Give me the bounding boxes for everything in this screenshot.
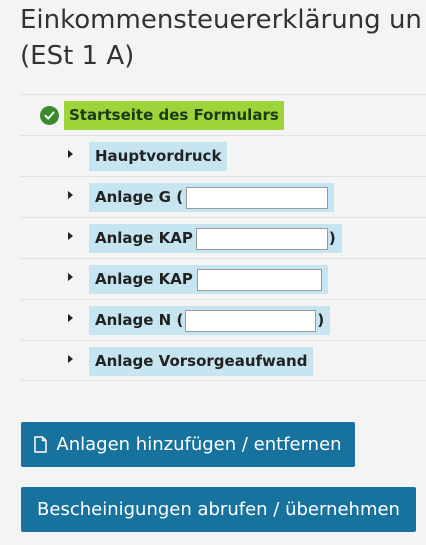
caret-right-icon xyxy=(68,231,73,240)
page-title-line-2: (ESt 1 A) xyxy=(20,41,135,71)
nav-item-start-page[interactable]: Startseite des Formulars xyxy=(40,101,284,130)
nav-item-label-text: Hauptvordruck xyxy=(95,147,222,165)
nav-item-label: Anlage KAP xyxy=(89,265,328,294)
redaction-box xyxy=(196,268,322,291)
add-remove-attachments-label: Anlagen hinzufügen / entfernen xyxy=(56,434,342,455)
nav-item-label: Anlage N ( ) xyxy=(89,306,331,335)
nav-row-anlage-kap-2: Anlage KAP xyxy=(20,258,426,299)
nav-row-anlage-g: Anlage G ( xyxy=(20,176,426,217)
nav-item-anlage-kap-2[interactable]: Anlage KAP xyxy=(68,265,328,294)
caret-right-icon xyxy=(68,149,73,158)
redaction-box xyxy=(186,186,329,209)
nav-row-start: Startseite des Formulars xyxy=(20,94,426,135)
page-title-line-1: Einkommensteuererklärung un xyxy=(20,5,422,35)
nav-item-label-suffix: ) xyxy=(328,229,336,247)
redaction-box xyxy=(195,227,328,250)
nav-row-anlage-kap-1: Anlage KAP ) xyxy=(20,217,426,258)
document-icon xyxy=(34,436,48,453)
nav-row-anlage-vorsorgeaufwand: Anlage Vorsorgeaufwand xyxy=(20,340,426,381)
caret-right-icon xyxy=(68,190,73,199)
nav-item-anlage-g[interactable]: Anlage G ( xyxy=(68,183,335,212)
nav-item-label-text: Anlage KAP xyxy=(95,229,193,247)
nav-item-label: Hauptvordruck xyxy=(89,142,228,171)
nav-item-anlage-n[interactable]: Anlage N ( ) xyxy=(68,306,331,335)
nav-item-label-text: Anlage Vorsorgeaufwand xyxy=(95,352,308,370)
nav-item-hauptvordruck[interactable]: Hauptvordruck xyxy=(68,142,228,171)
fetch-certificates-button[interactable]: Bescheinigungen abrufen / übernehmen xyxy=(21,487,416,532)
nav-item-anlage-kap-1[interactable]: Anlage KAP ) xyxy=(68,224,342,253)
fetch-certificates-label: Bescheinigungen abrufen / übernehmen xyxy=(37,499,400,520)
nav-item-label: Anlage G ( xyxy=(89,183,335,212)
caret-right-icon xyxy=(68,313,73,322)
nav-item-label-text: Anlage G ( xyxy=(95,188,184,206)
page-title: Einkommensteuererklärung un (ESt 1 A) xyxy=(20,2,422,74)
check-circle-icon xyxy=(40,106,59,125)
nav-item-label-suffix: ) xyxy=(317,311,325,329)
nav-row-anlage-n: Anlage N ( ) xyxy=(20,299,426,340)
nav-item-label-text: Anlage KAP xyxy=(95,270,193,288)
nav-item-anlage-vorsorgeaufwand[interactable]: Anlage Vorsorgeaufwand xyxy=(68,347,314,376)
form-navigation: Startseite des Formulars Hauptvordruck A… xyxy=(20,94,426,381)
nav-row-hauptvordruck: Hauptvordruck xyxy=(20,135,426,176)
caret-right-icon xyxy=(68,354,73,363)
nav-item-label: Anlage Vorsorgeaufwand xyxy=(89,347,314,376)
nav-item-start-page-label: Startseite des Formulars xyxy=(64,101,284,130)
nav-item-label: Anlage KAP ) xyxy=(89,224,342,253)
add-remove-attachments-button[interactable]: Anlagen hinzufügen / entfernen xyxy=(21,422,355,467)
form-overview-page: Einkommensteuererklärung un (ESt 1 A) St… xyxy=(0,0,426,545)
nav-item-label-text: Anlage N ( xyxy=(95,311,184,329)
caret-right-icon xyxy=(68,272,73,281)
redaction-box xyxy=(185,309,317,332)
